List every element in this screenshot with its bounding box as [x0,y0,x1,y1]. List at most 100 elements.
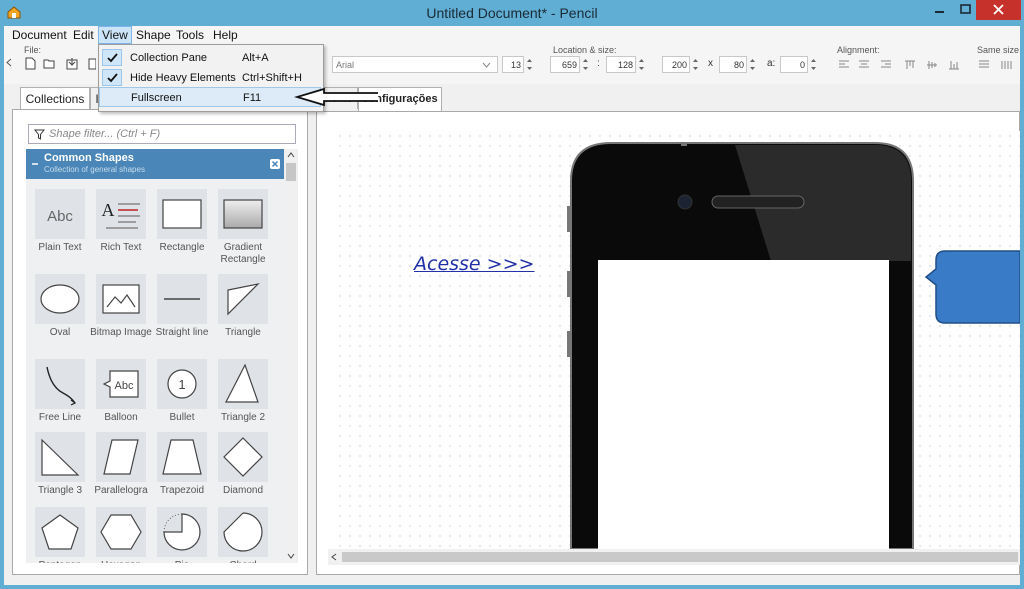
shape-item-rich-text[interactable]: A Rich Text [88,179,152,259]
collapse-icon[interactable] [31,160,39,168]
scroll-left-icon[interactable] [331,553,337,561]
shape-item-chord[interactable]: Chord [210,497,274,563]
vertical-scrollbar[interactable] [284,149,298,563]
open-folder-icon[interactable] [43,57,56,70]
horizontal-scrollbar[interactable] [328,549,1020,565]
angle-field[interactable]: 0 [780,56,808,73]
shape-item-plain-text[interactable]: Abc Plain Text [27,179,91,259]
font-family-value: Arial [336,60,355,70]
shape-item-triangle[interactable]: Triangle [210,264,274,344]
triangle-icon [227,283,260,316]
angle-spinner[interactable] [809,56,818,73]
page-canvas[interactable] [335,131,1020,549]
menu-tools[interactable]: Tools [176,28,204,42]
shape-filter-input[interactable]: Shape filter... (Ctrl + F) [28,124,296,144]
view-menu-dropdown: Collection Pane Alt+A Hide Heavy Element… [98,44,324,112]
preview-text: 1 [178,377,185,392]
fullscreen-label: Fullscreen [131,92,182,104]
collection-pane-shortcut: Alt+A [242,52,269,64]
align-right-icon[interactable] [880,60,892,70]
height-spinner[interactable] [748,56,757,73]
plain-text-icon: Abc [47,208,73,225]
toolbar-chevron-icon[interactable] [6,56,12,69]
shape-label: Hexagon [88,560,154,563]
shape-item-triangle-2[interactable]: Triangle 2 [210,349,274,429]
shape-filter-placeholder: Shape filter... (Ctrl + F) [49,128,161,140]
shape-item-rectangle[interactable]: Rectangle [149,179,213,259]
shape-item-straight-line[interactable]: Straight line [149,264,213,344]
chord-icon [223,512,263,552]
close-button[interactable] [976,0,1021,20]
align-center-icon[interactable] [858,60,870,70]
oval-icon [40,284,80,314]
shape-label: Rectangle [159,242,205,253]
align-left-icon[interactable] [838,60,850,70]
height-field[interactable]: 80 [719,56,747,73]
shape-label: Rich Text [100,242,142,253]
y-position-spinner[interactable] [637,56,646,73]
shape-label: Pentagon [27,560,93,563]
shape-gallery: Abc Plain Text A Rich Text Rectangle Gradient… [26,179,284,563]
same-width-icon[interactable] [978,60,990,70]
width-spinner[interactable] [691,56,700,73]
scroll-thumb[interactable] [286,163,296,181]
font-size-field[interactable]: 13 [502,56,524,73]
shape-item-balloon[interactable]: Abc Balloon [88,349,152,429]
menu-item-hide-heavy-elements[interactable]: Hide Heavy Elements Ctrl+Shift+H [99,67,321,87]
shape-item-pentagon[interactable]: Pentagon [27,497,91,563]
iphone-mockup[interactable] [335,131,1020,549]
shape-item-oval[interactable]: Oval [27,264,91,344]
shape-item-diamond[interactable]: Diamond [210,422,274,502]
close-category-icon[interactable] [270,159,280,169]
shape-preview: A [96,189,146,239]
hscroll-thumb[interactable] [342,552,1018,562]
shape-item-bitmap-image[interactable]: Bitmap Image [88,264,152,344]
export-icon[interactable] [66,57,79,70]
menu-shape[interactable]: Shape [136,28,171,42]
save-icon[interactable] [88,57,96,70]
align-middle-icon[interactable] [926,60,938,70]
shape-preview [157,507,207,557]
shape-item-triangle-3[interactable]: Triangle 3 [27,422,91,502]
shape-item-free-line[interactable]: Free Line [27,349,91,429]
shape-preview [218,432,268,482]
menu-edit[interactable]: Edit [73,28,94,42]
shape-item-parallelogram[interactable]: Parallelogra [88,422,152,502]
shape-label: Gradient Rectangle [220,242,266,265]
minimize-button[interactable] [926,0,954,20]
font-family-select[interactable]: Arial [332,56,498,73]
shape-preview [35,507,85,557]
new-document-icon[interactable] [24,57,37,70]
menu-view[interactable]: View [98,26,132,44]
scroll-up-icon[interactable] [287,152,295,158]
width-field[interactable]: 200 [662,56,690,73]
align-bottom-icon[interactable] [948,60,960,70]
y-position-field[interactable]: 128 [606,56,636,73]
menu-item-fullscreen[interactable]: Fullscreen F11 [99,87,321,107]
gradient-rectangle-icon [223,199,263,229]
shape-item-trapezoid[interactable]: Trapezoid [149,422,213,502]
shape-item-pie[interactable]: Pie [149,497,213,563]
tab-collections[interactable]: Collections [20,87,90,111]
shape-item-bullet[interactable]: 1 Bullet [149,349,213,429]
menu-bar: Document Edit View Shape Tools Help [4,26,1020,44]
align-top-icon[interactable] [904,60,916,70]
x-position-spinner[interactable] [581,56,590,73]
acesse-link[interactable]: Acesse >>> [414,253,534,275]
x-position-field[interactable]: 659 [550,56,580,73]
shape-preview [96,507,146,557]
bullet-icon: 1 [167,369,197,399]
shape-item-hexagon[interactable]: Hexagon [88,497,152,563]
category-header-common-shapes[interactable]: Common Shapes Collection of general shap… [26,149,284,179]
shape-preview [96,432,146,482]
wh-separator: x [708,58,713,69]
shape-preview [35,274,85,324]
callout-balloon[interactable] [923,250,1020,324]
menu-help[interactable]: Help [213,28,238,42]
menu-item-collection-pane[interactable]: Collection Pane Alt+A [99,47,321,67]
menu-document[interactable]: Document [12,28,67,42]
same-height-icon[interactable] [1000,60,1012,70]
shape-item-gradient-rectangle[interactable]: Gradient Rectangle [210,179,274,265]
font-size-spinner[interactable] [525,56,534,73]
scroll-down-icon[interactable] [287,553,295,559]
